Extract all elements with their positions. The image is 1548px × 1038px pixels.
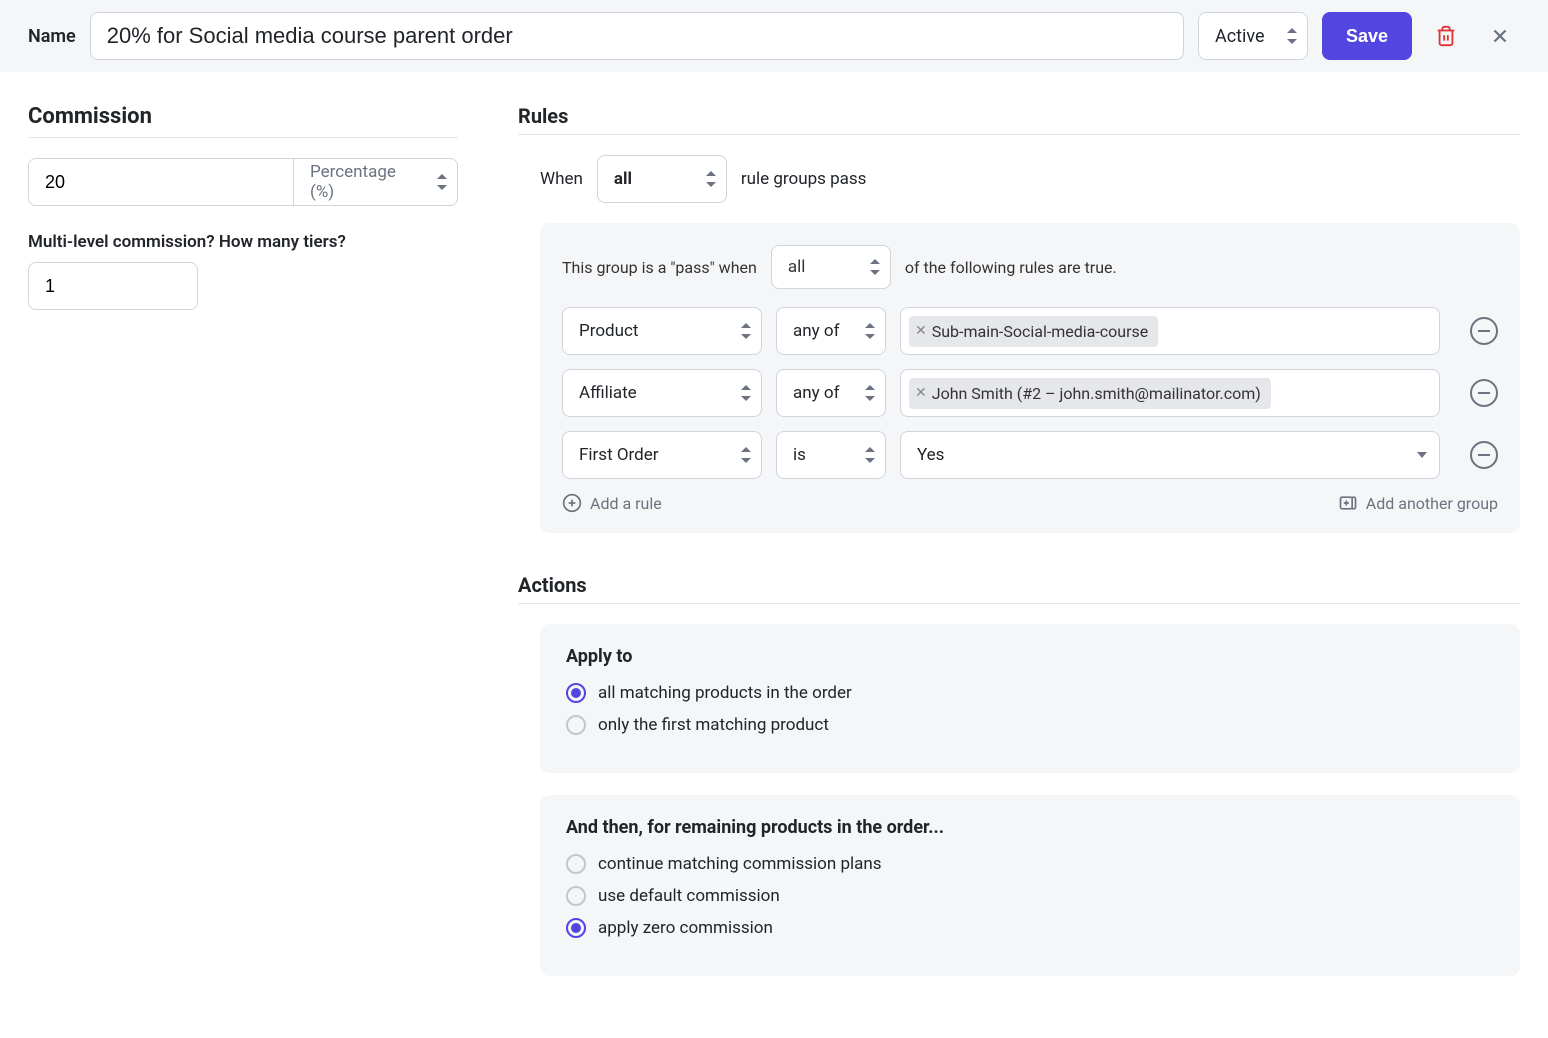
rule-value-tags[interactable]: ✕ John Smith (#2 – john.smith@mailinator…	[900, 369, 1440, 417]
rule-field-select[interactable]: First Order	[562, 431, 762, 479]
radio-icon	[566, 886, 586, 906]
when-prefix: When	[540, 169, 583, 189]
remaining-box: And then, for remaining products in the …	[540, 795, 1520, 976]
radio-label: all matching products in the order	[598, 683, 852, 703]
remaining-option[interactable]: continue matching commission plans	[566, 854, 1494, 874]
when-row: When all rule groups pass	[540, 155, 1520, 203]
when-mode-value: all	[598, 157, 666, 201]
chevron-updown-icon	[741, 385, 751, 401]
tag: ✕ John Smith (#2 – john.smith@mailinator…	[909, 378, 1271, 409]
save-button[interactable]: Save	[1322, 12, 1412, 60]
apply-to-option[interactable]: only the first matching product	[566, 715, 1494, 735]
radio-icon	[566, 854, 586, 874]
tag-remove-icon[interactable]: ✕	[915, 385, 927, 401]
radio-icon	[566, 918, 586, 938]
rule-value: Yes	[901, 432, 978, 478]
rule-value-tags[interactable]: ✕ Sub-main-Social-media-course	[900, 307, 1440, 355]
close-button[interactable]	[1480, 16, 1520, 56]
chevron-updown-icon	[741, 447, 751, 463]
rule-value-select[interactable]: Yes	[900, 431, 1440, 479]
rule-op-select[interactable]: any of	[776, 369, 886, 417]
tag-label: John Smith (#2 – john.smith@mailinator.c…	[932, 384, 1261, 403]
group-intro: This group is a "pass" when all of the f…	[562, 245, 1498, 289]
name-input[interactable]	[90, 12, 1184, 60]
trash-icon	[1435, 25, 1457, 47]
group-mode-value: all	[772, 245, 840, 289]
group-mode-select[interactable]: all	[771, 245, 891, 289]
apply-to-box: Apply to all matching products in the or…	[540, 624, 1520, 773]
group-intro-prefix: This group is a "pass" when	[562, 258, 757, 277]
tiers-label: Multi-level commission? How many tiers?	[28, 232, 458, 252]
status-select-value: Active	[1199, 12, 1299, 60]
tag-remove-icon[interactable]: ✕	[915, 323, 927, 339]
remove-rule-button[interactable]	[1470, 379, 1498, 407]
add-group-button[interactable]: Add another group	[1338, 493, 1498, 513]
rule-op-select[interactable]: any of	[776, 307, 886, 355]
rule-row: First Order is Yes	[562, 431, 1498, 479]
commission-row: Percentage (%)	[28, 158, 458, 206]
chevron-updown-icon	[741, 323, 751, 339]
add-rule-button[interactable]: Add a rule	[562, 493, 662, 513]
group-intro-suffix: of the following rules are true.	[905, 258, 1117, 277]
apply-to-option[interactable]: all matching products in the order	[566, 683, 1494, 703]
apply-to-title: Apply to	[566, 646, 1494, 667]
remaining-option[interactable]: apply zero commission	[566, 918, 1494, 938]
rule-row: Product any of ✕ Sub-main-Social-media-c…	[562, 307, 1498, 355]
rule-op-value: is	[777, 432, 840, 478]
when-mode-select[interactable]: all	[597, 155, 727, 203]
rules-title: Rules	[518, 104, 1520, 135]
radio-label: use default commission	[598, 886, 780, 906]
delete-button[interactable]	[1426, 16, 1466, 56]
group-footer: Add a rule Add another group	[562, 493, 1498, 513]
name-label: Name	[28, 26, 76, 47]
radio-icon	[566, 715, 586, 735]
chevron-updown-icon	[865, 447, 875, 463]
rule-field-value: Affiliate	[563, 370, 671, 416]
remove-rule-button[interactable]	[1470, 441, 1498, 469]
chevron-down-icon	[1417, 452, 1427, 458]
commission-type-select[interactable]: Percentage (%)	[293, 159, 457, 205]
tag: ✕ Sub-main-Social-media-course	[909, 316, 1158, 347]
add-box-icon	[1338, 493, 1358, 513]
plus-circle-icon	[562, 493, 582, 513]
chevron-updown-icon	[870, 259, 880, 275]
commission-title: Commission	[28, 104, 458, 138]
header-bar: Name Active Save	[0, 0, 1548, 72]
commission-type-value: Percentage (%)	[294, 159, 457, 205]
remove-rule-button[interactable]	[1470, 317, 1498, 345]
remaining-title: And then, for remaining products in the …	[566, 817, 1494, 838]
actions-title: Actions	[518, 573, 1520, 604]
remaining-option[interactable]: use default commission	[566, 886, 1494, 906]
rule-field-select[interactable]: Product	[562, 307, 762, 355]
rule-op-value: any of	[777, 370, 874, 416]
close-icon	[1489, 25, 1511, 47]
radio-label: only the first matching product	[598, 715, 829, 735]
radio-label: apply zero commission	[598, 918, 773, 938]
add-rule-label: Add a rule	[590, 494, 662, 513]
rule-row: Affiliate any of ✕ John Smith (#2 – john…	[562, 369, 1498, 417]
radio-icon	[566, 683, 586, 703]
rule-group: This group is a "pass" when all of the f…	[540, 223, 1520, 533]
rule-field-value: First Order	[563, 432, 693, 478]
when-suffix: rule groups pass	[741, 169, 867, 189]
rule-field-select[interactable]: Affiliate	[562, 369, 762, 417]
rule-field-value: Product	[563, 308, 672, 354]
add-group-label: Add another group	[1366, 494, 1498, 513]
rule-op-select[interactable]: is	[776, 431, 886, 479]
commission-value-input[interactable]	[29, 159, 293, 205]
rule-op-value: any of	[777, 308, 874, 354]
tag-label: Sub-main-Social-media-course	[932, 322, 1149, 341]
radio-label: continue matching commission plans	[598, 854, 882, 874]
tiers-input[interactable]	[28, 262, 198, 310]
chevron-updown-icon	[706, 171, 716, 187]
status-select[interactable]: Active	[1198, 12, 1308, 60]
